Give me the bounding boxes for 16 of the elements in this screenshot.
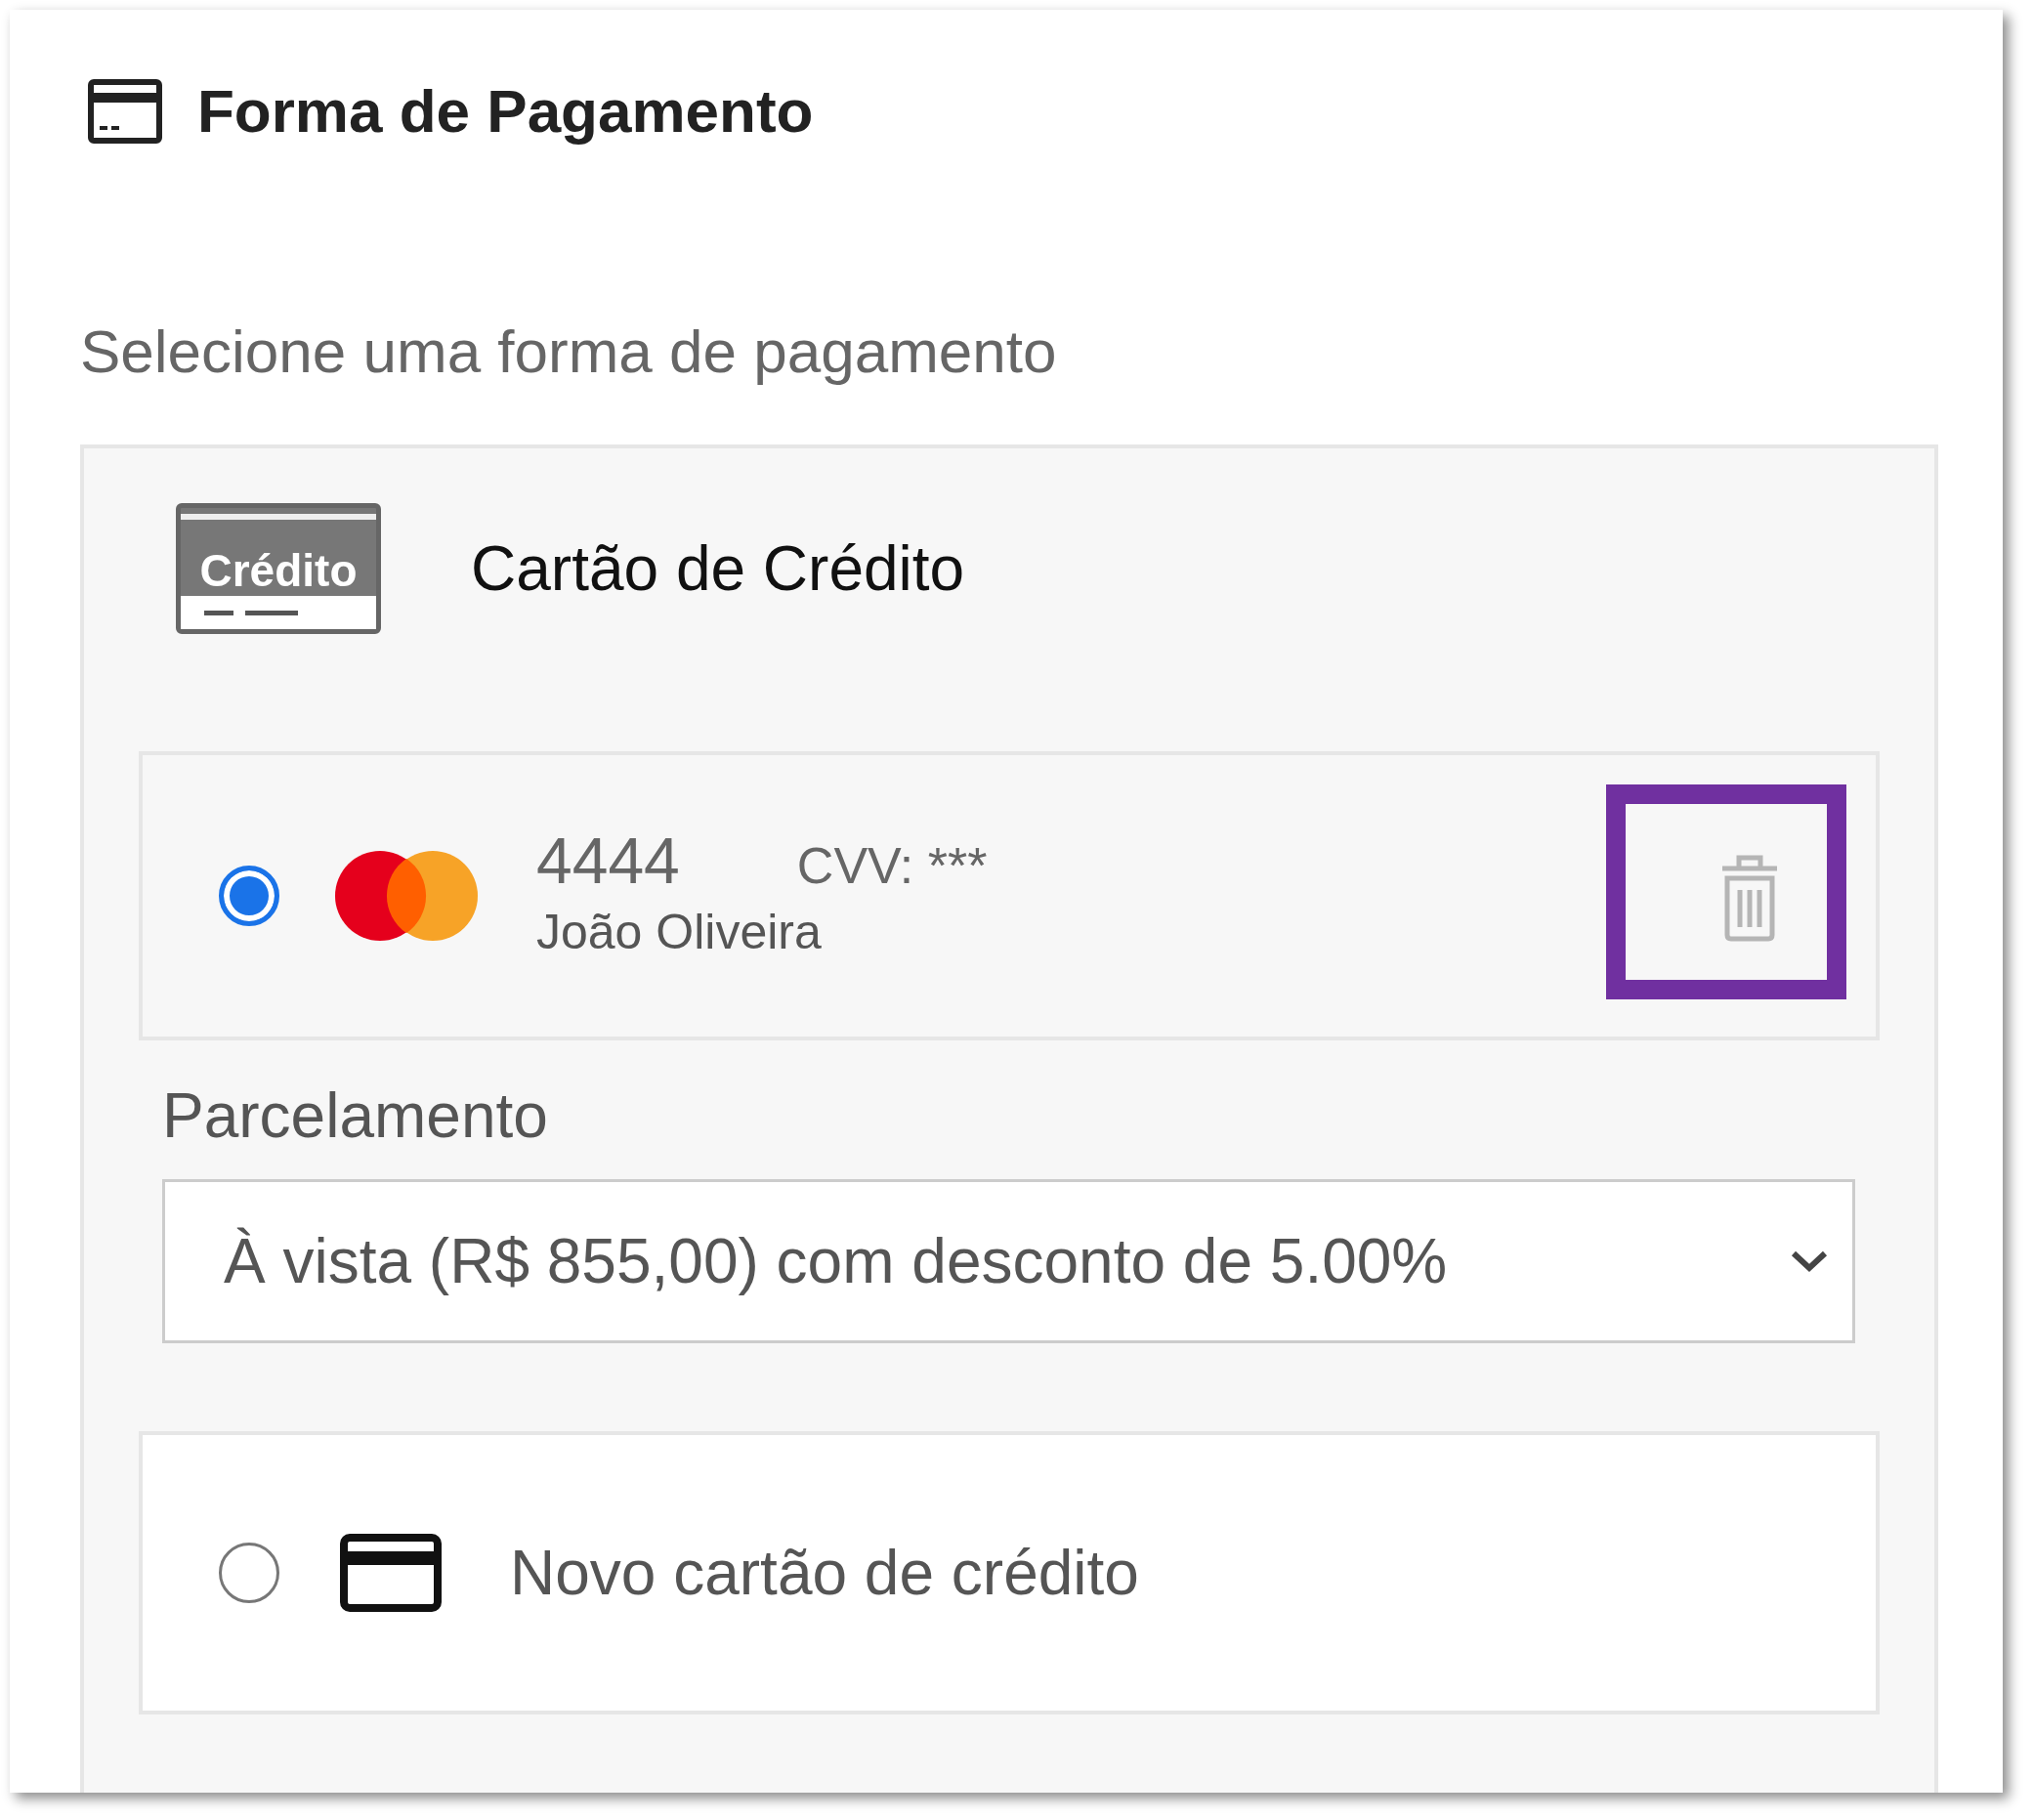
method-label: Cartão de Crédito — [471, 532, 965, 605]
cvv-text: CVV: *** — [796, 836, 988, 895]
card-number: 4444 — [536, 824, 680, 898]
option-label: Novo cartão de crédito — [510, 1537, 1139, 1609]
credit-card-icon — [340, 1534, 442, 1612]
credit-card-icon — [88, 78, 162, 144]
chevron-down-icon — [1790, 1249, 1829, 1273]
saved-card-option[interactable]: 4444 CVV: *** João Oliveira — [139, 751, 1880, 1040]
card-brand-icon — [333, 849, 480, 943]
card-holder: João Oliveira — [536, 904, 823, 960]
installments-select[interactable]: À vista (R$ 855,00) com desconto de 5.00% — [162, 1179, 1855, 1343]
instruction-text: Selecione uma forma de pagamento — [80, 317, 1058, 386]
field-label: Parcelamento — [162, 1079, 549, 1152]
credit-card-icon: Crédito — [176, 503, 381, 634]
new-card-option[interactable]: Novo cartão de crédito — [139, 1431, 1880, 1714]
section-title: Forma de Pagamento — [197, 76, 814, 146]
